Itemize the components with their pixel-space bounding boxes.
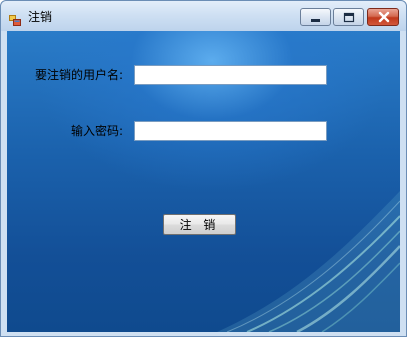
close-icon [378, 11, 390, 23]
minimize-button[interactable] [300, 8, 331, 26]
logout-submit-button[interactable]: 注 销 [163, 214, 236, 235]
form-client-area: 要注销的用户名: 输入密码: 注 销 [7, 31, 400, 332]
title-bar[interactable]: 注销 [1, 1, 406, 31]
window-title: 注销 [28, 10, 53, 24]
username-input[interactable] [134, 65, 327, 85]
logout-window: 注销 要注销的用户名: 输入密码: 注 销 [0, 0, 407, 337]
maximize-button[interactable] [333, 8, 364, 26]
password-label: 输入密码: [71, 124, 124, 138]
password-input[interactable] [134, 121, 327, 141]
username-label: 要注销的用户名: [35, 68, 124, 82]
close-button[interactable] [367, 8, 399, 26]
form-app-icon [9, 11, 21, 26]
maximize-icon [343, 12, 355, 23]
minimize-icon [311, 19, 320, 22]
